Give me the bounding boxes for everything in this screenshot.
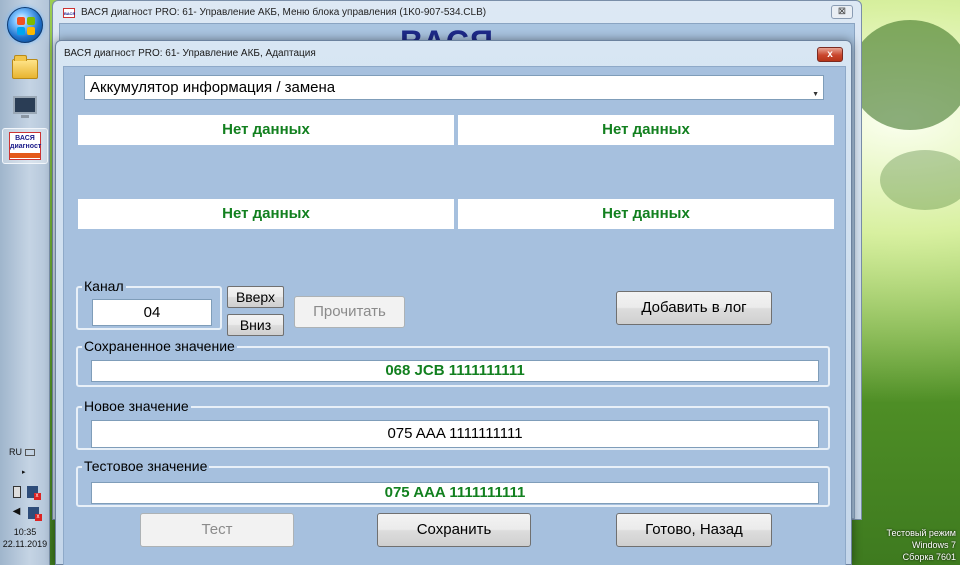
add-to-log-button[interactable]: Добавить в лог (616, 291, 772, 325)
saved-value-legend: Сохраненное значение (82, 338, 237, 354)
windows-logo-icon (17, 17, 35, 35)
language-label: RU (9, 447, 22, 457)
start-button[interactable] (7, 7, 43, 43)
tray-icons-row-2: ◀ x (0, 507, 50, 521)
tray-icons-row: x (0, 486, 50, 500)
vasya-taskbar-button[interactable]: ВАСЯ диагност (2, 128, 48, 164)
channel-up-button[interactable]: Вверх (227, 286, 284, 308)
computer-taskbar-button[interactable] (8, 88, 42, 122)
read-button[interactable]: Прочитать (294, 296, 405, 328)
taskbar: ВАСЯ диагност RU ▸ x ◀ x 10:35 22.11.2019 (0, 0, 50, 565)
network-status-icon[interactable]: x (27, 507, 42, 521)
channel-input[interactable]: 04 (92, 299, 212, 326)
dialog-client: Аккумулятор информация / замена ▼ Нет да… (63, 66, 846, 565)
channel-legend: Канал (82, 278, 126, 294)
watermark-line2: Windows 7 (911, 540, 956, 550)
tree-foliage (880, 150, 960, 210)
adaptation-dialog: ВАСЯ диагност PRO: 61- Управление АКБ, А… (55, 40, 852, 565)
battery-icon[interactable] (12, 486, 21, 498)
app-icon: ВАСЯ (63, 7, 75, 18)
watermark-line1: Тестовый режим (886, 528, 956, 538)
speaker-icon[interactable]: ◀ (12, 507, 22, 517)
dialog-title: ВАСЯ диагност PRO: 61- Управление АКБ, А… (64, 48, 316, 59)
keyboard-icon (25, 449, 35, 457)
test-value-legend: Тестовое значение (82, 458, 210, 474)
save-button[interactable]: Сохранить (377, 513, 531, 547)
info-cell: Нет данных (78, 199, 454, 229)
channel-group: Канал 04 (76, 278, 222, 330)
watermark-line3: Сборка 7601 (902, 552, 956, 562)
adaptation-channel-select[interactable]: Аккумулятор информация / замена ▼ (84, 75, 824, 100)
new-value-legend: Новое значение (82, 398, 191, 414)
vasya-logo-icon: ВАСЯ диагност (9, 132, 41, 160)
test-button[interactable]: Тест (140, 513, 294, 547)
new-value-input[interactable]: 075 AAA 1111111111 (91, 420, 819, 448)
select-value: Аккумулятор информация / замена (90, 79, 336, 96)
tree-foliage (850, 20, 960, 130)
clock-time: 10:35 (13, 527, 37, 537)
folder-icon (12, 55, 38, 79)
test-value-field: 075 AAA 1111111111 (91, 482, 819, 504)
monitor-icon (13, 96, 37, 118)
windows-watermark: Тестовый режим Windows 7 Сборка 7601 (887, 527, 956, 563)
language-indicator[interactable]: RU (0, 447, 50, 457)
saved-value-group: Сохраненное значение 068 JCB 1111111111 (76, 338, 830, 387)
dialog-close-button[interactable]: x (817, 47, 843, 62)
new-value-group: Новое значение 075 AAA 1111111111 (76, 398, 830, 450)
saved-value-field: 068 JCB 1111111111 (91, 360, 819, 382)
main-window-title: ВАСЯ диагност PRO: 61- Управление АКБ, М… (81, 7, 487, 18)
show-hidden-icons-button[interactable]: ▸ (0, 468, 50, 476)
info-cell: Нет данных (458, 199, 834, 229)
clock[interactable]: 10:35 22.11.2019 (0, 526, 50, 550)
clock-date: 22.11.2019 (2, 539, 48, 549)
info-cell: Нет данных (78, 115, 454, 145)
main-window-close-button[interactable]: ⊠ (831, 5, 853, 19)
channel-down-button[interactable]: Вниз (227, 314, 284, 336)
info-cell: Нет данных (458, 115, 834, 145)
explorer-taskbar-button[interactable] (8, 52, 42, 86)
test-value-group: Тестовое значение 075 AAA 1111111111 (76, 458, 830, 507)
main-window-titlebar: ВАСЯ ВАСЯ диагност PRO: 61- Управление А… (63, 7, 486, 18)
dropdown-arrow-icon: ▼ (812, 91, 819, 98)
done-back-button[interactable]: Готово, Назад (616, 513, 772, 547)
network-icon[interactable]: x (26, 486, 41, 500)
